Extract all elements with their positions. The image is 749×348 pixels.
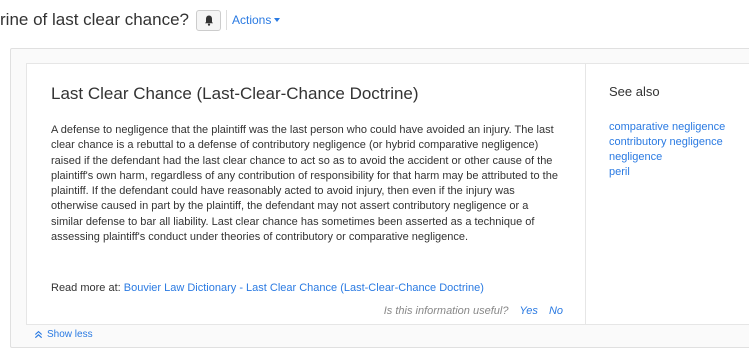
question-header: rine of last clear chance? Actions [0,0,749,40]
see-also-link[interactable]: contributory negligence [609,136,723,148]
list-item: comparative negligence [609,120,725,135]
see-also-panel: See also comparative negligence contribu… [586,63,749,325]
feedback-yes-link[interactable]: Yes [520,305,538,317]
actions-label: Actions [232,13,272,27]
actions-dropdown[interactable]: Actions [232,13,281,27]
list-item: peril [609,165,725,180]
list-item: contributory negligence [609,135,725,150]
feedback-no-link[interactable]: No [549,305,563,317]
question-title: rine of last clear chance? [0,10,189,29]
feedback-question: Is this information useful? [383,305,509,317]
subscribe-button[interactable] [196,9,221,31]
see-also-link[interactable]: negligence [609,151,662,163]
see-also-list: comparative negligence contributory negl… [609,120,725,180]
read-more: Read more at: Bouvier Law Dictionary - L… [51,282,484,294]
see-also-link[interactable]: comparative negligence [609,121,725,133]
bell-icon [204,15,213,26]
definition-body: A defense to negligence that the plainti… [51,124,558,244]
header-divider [226,10,227,30]
double-chevron-up-icon [34,330,43,339]
see-also-title: See also [609,84,660,99]
caret-down-icon [274,18,281,22]
see-also-link[interactable]: peril [609,166,630,178]
definition-title: Last Clear Chance (Last-Clear-Chance Doc… [51,84,419,103]
definition-card: Last Clear Chance (Last-Clear-Chance Doc… [26,63,586,325]
show-less-button[interactable]: Show less [34,329,93,340]
show-less-label: Show less [47,329,93,340]
read-more-link[interactable]: Bouvier Law Dictionary - Last Clear Chan… [124,282,484,294]
read-more-prefix: Read more at: [51,282,124,294]
list-item: negligence [609,150,725,165]
feedback-row: Is this information useful? Yes No [384,305,563,317]
